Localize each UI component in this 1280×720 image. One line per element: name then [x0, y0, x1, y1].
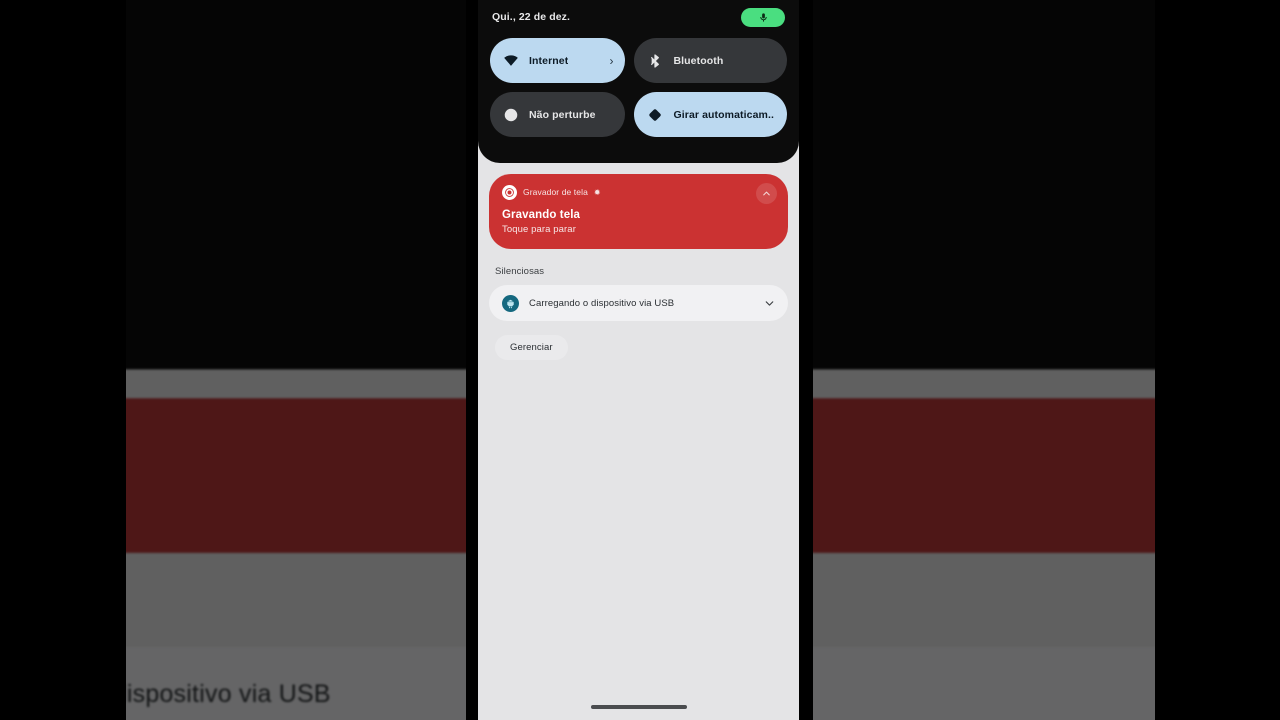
notification-badge-glyph: ✹ — [593, 187, 601, 197]
tile-auto-rotate-label: Girar automaticam.. — [673, 108, 774, 121]
chevron-up-icon[interactable] — [756, 183, 777, 204]
tile-auto-rotate[interactable]: Girar automaticam.. — [634, 92, 787, 137]
quick-settings-header: Qui., 22 de dez. — [488, 0, 789, 34]
notification-app-name: Gravador de tela — [523, 187, 588, 197]
notification-usb-charging[interactable]: Carregando o dispositivo via USB — [489, 285, 788, 321]
phone-bezel-left — [466, 0, 478, 720]
tile-do-not-disturb-label: Não perturbe — [529, 108, 596, 121]
notification-list: Gravador de tela ✹ Gravando tela Toque p… — [478, 163, 799, 360]
tile-internet-label: Internet — [529, 54, 569, 67]
bg-rec-sub-right: Toque para parar — [799, 487, 1210, 516]
microphone-icon[interactable] — [741, 7, 785, 27]
tile-bluetooth[interactable]: Bluetooth — [634, 38, 787, 83]
auto-rotate-icon — [647, 107, 663, 123]
home-gesture-bar[interactable] — [590, 705, 687, 709]
wifi-icon — [503, 53, 519, 69]
tile-internet[interactable]: Internet › — [490, 38, 626, 83]
letterbox-left — [0, 0, 126, 720]
manage-row: Gerenciar — [489, 321, 788, 360]
bg-rec-title-right: Gravando tela — [799, 448, 1210, 479]
notification-header: Gravador de tela ✹ — [502, 184, 775, 200]
phone-bezel-right — [799, 0, 813, 720]
manage-button[interactable]: Gerenciar — [495, 335, 568, 360]
letterbox-right — [1155, 0, 1280, 720]
chevron-right-icon[interactable]: › — [609, 55, 613, 67]
android-icon — [502, 294, 519, 312]
notification-subtitle: Toque para parar — [502, 224, 576, 235]
notification-screen-recorder[interactable]: Gravador de tela ✹ Gravando tela Toque p… — [489, 174, 788, 249]
do-not-disturb-icon — [503, 107, 519, 123]
screen-root: Qui., 22 de dez. Gravando tela Toque par… — [0, 0, 1280, 720]
tile-bluetooth-label: Bluetooth — [673, 54, 724, 67]
notification-usb-text: Carregando o dispositivo via USB — [529, 297, 675, 309]
notification-shade: Qui., 22 de dez. Internet › Bluetooth Nã… — [478, 0, 799, 720]
quick-settings-panel: Qui., 22 de dez. Internet › Bluetooth Nã… — [478, 0, 799, 163]
tile-do-not-disturb[interactable]: Não perturbe — [490, 92, 626, 137]
bluetooth-icon — [647, 53, 663, 69]
notification-title: Gravando tela — [502, 209, 580, 221]
chevron-down-icon[interactable] — [763, 297, 776, 310]
silent-section-header: Silenciosas — [495, 266, 545, 277]
screen-record-icon — [502, 184, 517, 200]
quick-settings-tiles: Internet › Bluetooth Não perturbe Girar … — [488, 34, 789, 137]
status-date: Qui., 22 de dez. — [492, 11, 571, 23]
